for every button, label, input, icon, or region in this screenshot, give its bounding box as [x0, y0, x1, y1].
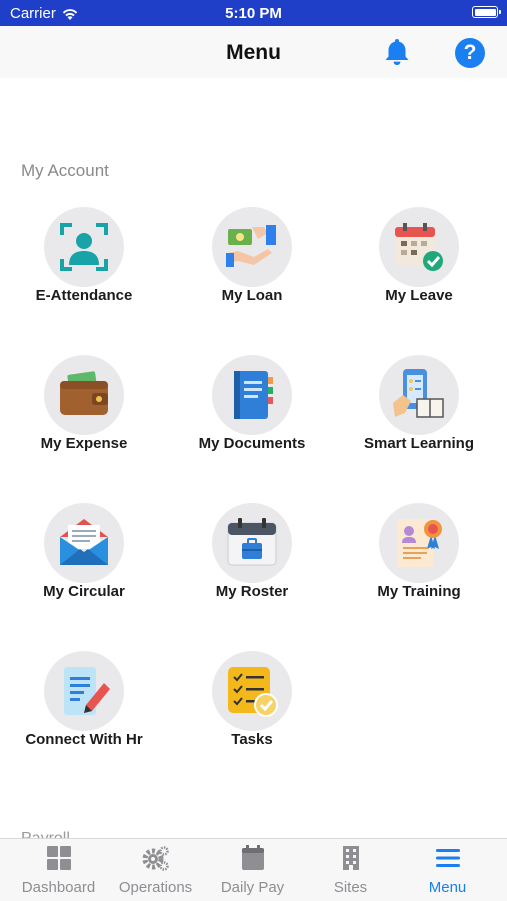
battery-icon — [472, 6, 501, 18]
menu-item-my-roster[interactable]: My Roster — [168, 503, 336, 613]
menu-item-label: My Documents — [198, 435, 306, 452]
face-scan-icon — [60, 223, 108, 271]
status-bar: Carrier 5:10 PM — [0, 0, 507, 26]
status-time: 5:10 PM — [225, 5, 282, 22]
my-loan-icon-circle — [212, 207, 292, 287]
e-attendance-icon-circle — [44, 207, 124, 287]
my-circular-icon-circle — [44, 503, 124, 583]
leave-calendar-icon — [395, 223, 443, 271]
hr-note-icon — [64, 667, 110, 715]
tasks-icon — [228, 667, 278, 717]
tasks-icon-circle — [212, 651, 292, 731]
menu-item-e-attendance[interactable]: E-Attendance — [0, 207, 168, 317]
tab-label: Sites — [333, 879, 368, 896]
roster-calendar-icon — [227, 518, 277, 566]
menu-item-label: Tasks — [231, 731, 273, 748]
menu-item-label: Smart Learning — [363, 435, 475, 452]
menu-item-my-documents[interactable]: My Documents — [168, 355, 336, 465]
my-roster-icon-circle — [212, 503, 292, 583]
envelope-icon — [60, 519, 108, 565]
calendar-icon — [242, 845, 264, 870]
my-leave-icon-circle — [379, 207, 459, 287]
wallet-icon — [60, 371, 108, 415]
menu-item-label: My Loan — [221, 287, 283, 304]
tab-label: Operations — [118, 879, 193, 896]
menu-item-label: Connect With Hr — [25, 731, 143, 748]
menu-item-label: My Training — [377, 583, 461, 600]
page-title: Menu — [226, 41, 281, 64]
tab-menu[interactable]: Menu — [397, 839, 498, 901]
documents-icon — [234, 371, 273, 419]
menu-item-my-leave[interactable]: My Leave — [335, 207, 503, 317]
learning-icon — [393, 369, 444, 418]
menu-item-my-training[interactable]: My Training — [335, 503, 503, 613]
my-expense-icon-circle — [44, 355, 124, 435]
tab-operations[interactable]: Operations — [105, 839, 206, 901]
tab-label: Menu — [428, 879, 467, 896]
smart-learning-icon-circle — [379, 355, 459, 435]
help-icon: ? — [463, 41, 477, 64]
section-title: My Account — [21, 161, 109, 180]
dashboard-icon — [47, 846, 71, 870]
menu-item-tasks[interactable]: Tasks — [168, 651, 336, 761]
menu-item-label: My Expense — [40, 435, 128, 452]
menu-item-label: My Roster — [215, 583, 289, 600]
menu-item-label: My Circular — [43, 583, 125, 600]
notification-bell-icon[interactable] — [381, 36, 413, 68]
hamburger-icon — [436, 849, 460, 867]
certificate-icon — [397, 519, 442, 567]
menu-item-label: My Leave — [385, 287, 453, 304]
gears-icon — [142, 846, 169, 871]
tab-sites[interactable]: Sites — [300, 839, 401, 901]
menu-item-connect-with-hr[interactable]: Connect With Hr — [0, 651, 168, 761]
tab-label: Dashboard — [21, 879, 96, 896]
tab-bar: Dashboard Operations Daily Pay Sites Men… — [0, 838, 507, 901]
help-button[interactable]: ? — [455, 38, 485, 68]
menu-item-smart-learning[interactable]: Smart Learning — [335, 355, 503, 465]
loan-icon — [226, 225, 276, 267]
connect-with-hr-icon-circle — [44, 651, 124, 731]
tab-label: Daily Pay — [220, 879, 285, 896]
menu-item-my-circular[interactable]: My Circular — [0, 503, 168, 613]
tab-dashboard[interactable]: Dashboard — [8, 839, 109, 901]
menu-item-label: E-Attendance — [35, 287, 133, 304]
menu-item-my-expense[interactable]: My Expense — [0, 355, 168, 465]
my-training-icon-circle — [379, 503, 459, 583]
building-icon — [343, 846, 359, 870]
nav-bar: Menu ? — [0, 26, 507, 78]
my-documents-icon-circle — [212, 355, 292, 435]
tab-daily-pay[interactable]: Daily Pay — [202, 839, 303, 901]
menu-item-my-loan[interactable]: My Loan — [168, 207, 336, 317]
